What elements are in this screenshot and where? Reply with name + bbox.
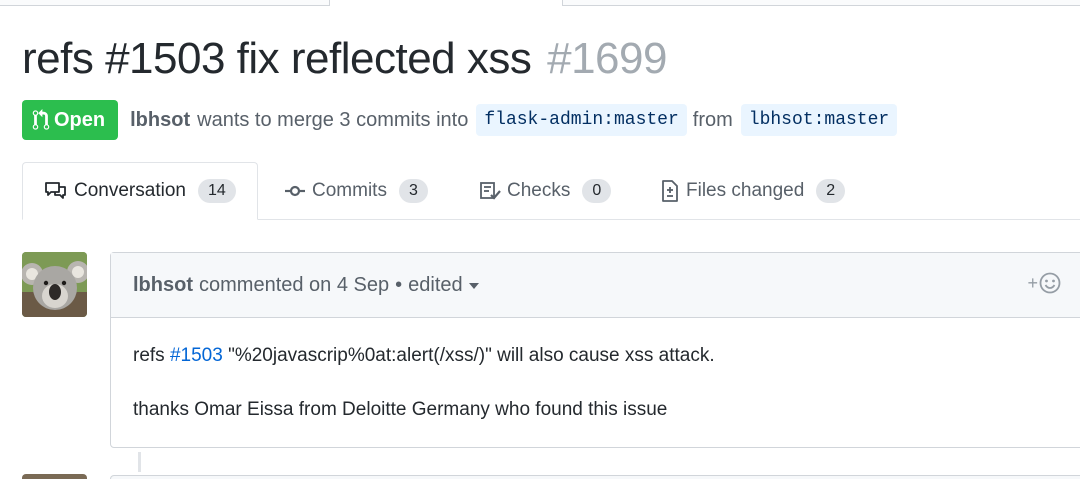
tab-conversation-count: 14 <box>197 179 236 203</box>
pr-number: #1699 <box>547 34 667 83</box>
pr-title-text: refs #1503 fix reflected xss <box>22 34 532 83</box>
comment-discussion-icon <box>44 181 68 201</box>
diff-icon <box>660 179 680 203</box>
tab-commits[interactable]: Commits 3 <box>284 162 428 220</box>
head-branch[interactable]: lbhsot:master <box>740 104 898 136</box>
tab-files-changed-label: Files changed <box>686 180 805 201</box>
edited-separator: • <box>395 273 403 296</box>
pr-author-link[interactable]: lbhsot <box>130 109 190 132</box>
reaction-plus: + <box>1027 272 1038 293</box>
next-avatar[interactable] <box>22 474 87 479</box>
comment-author-link[interactable]: lbhsot <box>133 274 193 297</box>
checklist-icon <box>479 181 501 201</box>
tab-commits-label: Commits <box>312 180 387 201</box>
comment-body: refs #1503 "%20javascrip%0at:alert(/xss/… <box>111 318 1080 424</box>
tab-conversation-label: Conversation <box>74 180 186 201</box>
edited-label: edited <box>408 273 463 296</box>
comment-timestamp[interactable]: commented on 4 Sep <box>199 274 389 297</box>
page-title: refs #1503 fix reflected xss #1699 <box>22 34 667 84</box>
avatar[interactable] <box>22 252 87 317</box>
git-commit-icon <box>284 184 306 198</box>
smiley-icon <box>1039 272 1061 294</box>
comment-line-1: refs #1503 "%20javascrip%0at:alert(/xss/… <box>133 342 1067 370</box>
from-text: from <box>692 108 733 131</box>
issue-link[interactable]: #1503 <box>170 345 223 366</box>
pr-tabnav: Conversation 14 Commits 3 Checks 0 Files… <box>22 162 1080 220</box>
comment-card: lbhsot commented on 4 Sep • edited + ref… <box>110 252 1080 448</box>
top-tab-strip <box>0 0 1080 6</box>
pr-meta: Open lbhsot wants to merge 3 commits int… <box>22 100 898 140</box>
koala-avatar-icon <box>22 252 87 317</box>
tab-checks-count: 0 <box>582 179 612 203</box>
tab-files-changed[interactable]: Files changed 2 <box>660 162 846 220</box>
tab-commits-count: 3 <box>398 179 428 203</box>
tab-files-changed-count: 2 <box>816 179 846 203</box>
top-tab-left[interactable] <box>0 0 330 6</box>
edited-dropdown[interactable]: • edited <box>395 274 479 297</box>
state-badge: Open <box>22 100 119 140</box>
git-pull-request-icon <box>32 109 50 130</box>
tab-conversation[interactable]: Conversation 14 <box>22 162 258 220</box>
merge-text: wants to merge 3 commits into <box>197 108 469 131</box>
tab-checks[interactable]: Checks 0 <box>479 162 612 220</box>
comment-header: lbhsot commented on 4 Sep • edited + <box>111 253 1080 318</box>
add-reaction-button[interactable]: + <box>1027 272 1061 294</box>
state-label: Open <box>54 108 106 131</box>
chevron-down-icon <box>468 283 479 289</box>
base-branch[interactable]: flask-admin:master <box>476 104 687 136</box>
top-tab-right[interactable] <box>562 0 1080 6</box>
next-comment-card <box>110 475 1080 479</box>
body-rest: "%20javascrip%0at:alert(/xss/)" will als… <box>228 345 715 366</box>
timeline-connector <box>138 452 141 472</box>
comment-line-2: thanks Omar Eissa from Deloitte Germany … <box>133 399 668 420</box>
tab-checks-label: Checks <box>507 180 571 201</box>
body-prefix: refs <box>133 345 165 366</box>
